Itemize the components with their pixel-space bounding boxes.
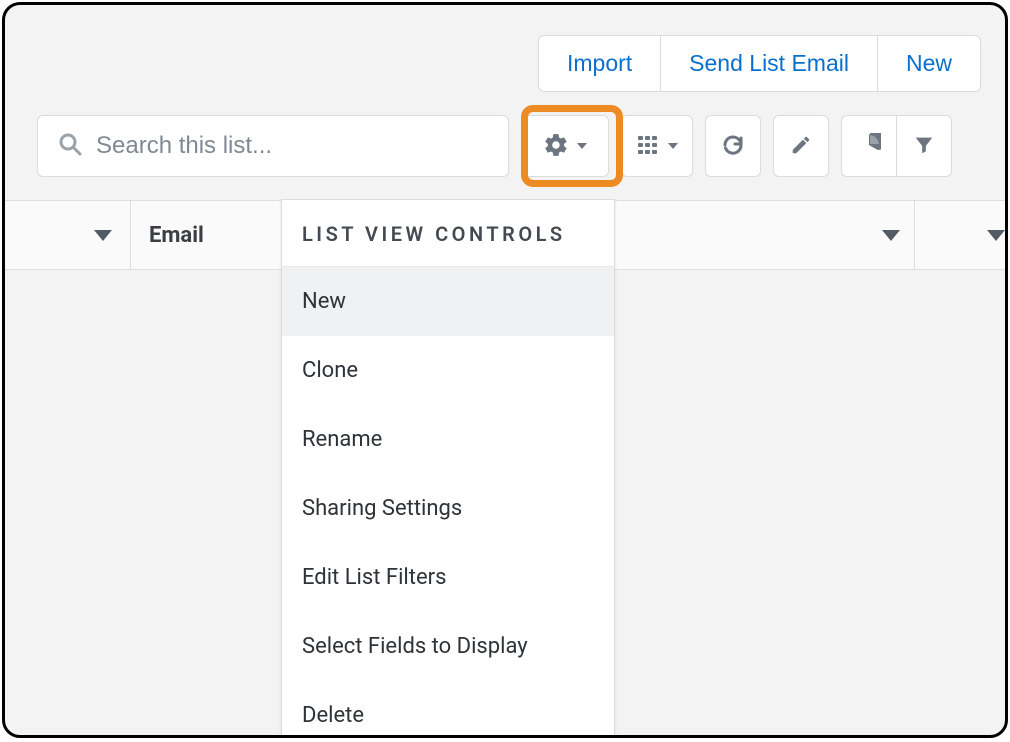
dropdown-item-sharing-settings[interactable]: Sharing Settings bbox=[282, 474, 614, 543]
list-view-controls-dropdown: LIST VIEW CONTROLS New Clone Rename Shar… bbox=[281, 199, 615, 738]
chevron-down-icon bbox=[668, 143, 678, 149]
dropdown-item-delete[interactable]: Delete bbox=[282, 681, 614, 738]
filter-icon bbox=[913, 134, 935, 159]
search-icon bbox=[58, 132, 96, 160]
chevron-down-icon bbox=[94, 230, 112, 241]
search-wrapper[interactable] bbox=[37, 115, 509, 177]
refresh-icon bbox=[721, 133, 745, 160]
display-as-button[interactable] bbox=[621, 115, 693, 177]
dropdown-item-new[interactable]: New bbox=[282, 267, 614, 336]
dropdown-item-rename[interactable]: Rename bbox=[282, 405, 614, 474]
dropdown-item-select-fields[interactable]: Select Fields to Display bbox=[282, 612, 614, 681]
dropdown-item-edit-list-filters[interactable]: Edit List Filters bbox=[282, 543, 614, 612]
column-selector[interactable] bbox=[5, 201, 131, 269]
chart-button[interactable] bbox=[841, 115, 897, 177]
refresh-button[interactable] bbox=[705, 115, 761, 177]
search-input[interactable] bbox=[96, 132, 488, 160]
app-frame: Import Send List Email New bbox=[2, 2, 1008, 738]
chart-filter-group bbox=[841, 115, 952, 177]
send-list-email-button[interactable]: Send List Email bbox=[660, 35, 878, 92]
chevron-down-icon bbox=[577, 143, 587, 149]
action-bar: Import Send List Email New bbox=[539, 35, 981, 92]
column-email-label: Email bbox=[149, 223, 204, 248]
filter-button[interactable] bbox=[896, 115, 952, 177]
toolbar-row bbox=[37, 115, 981, 177]
pencil-icon bbox=[790, 134, 812, 159]
table-icon bbox=[636, 133, 660, 160]
import-button[interactable]: Import bbox=[538, 35, 661, 92]
chevron-down-icon bbox=[882, 230, 900, 241]
new-button[interactable]: New bbox=[877, 35, 981, 92]
chevron-down-icon bbox=[987, 230, 1005, 241]
dropdown-item-clone[interactable]: Clone bbox=[282, 336, 614, 405]
gear-icon bbox=[543, 132, 569, 161]
pie-chart-icon bbox=[857, 133, 881, 160]
dropdown-title: LIST VIEW CONTROLS bbox=[282, 200, 614, 267]
column-actions[interactable] bbox=[915, 201, 1005, 269]
list-view-controls-button[interactable] bbox=[521, 115, 609, 177]
edit-button[interactable] bbox=[773, 115, 829, 177]
